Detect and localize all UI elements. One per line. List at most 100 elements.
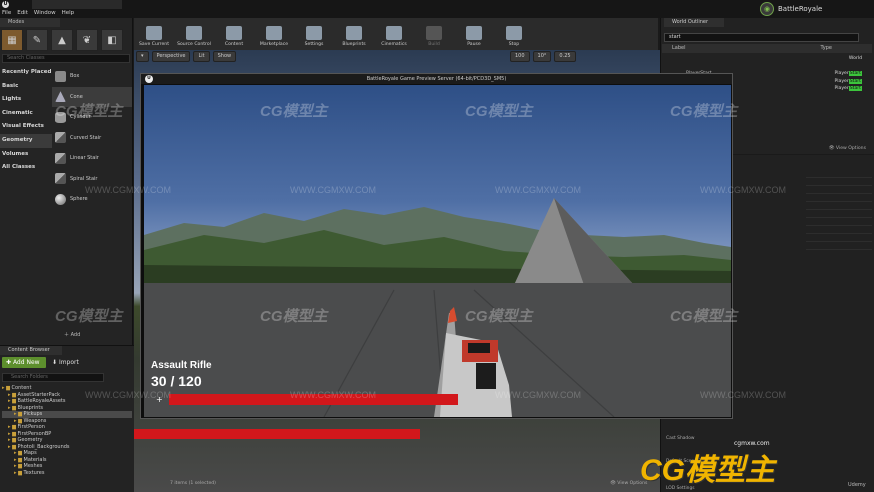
perspective-button[interactable]: Perspective bbox=[151, 51, 191, 62]
unreal-logo-icon: U bbox=[145, 75, 153, 83]
details-row[interactable] bbox=[806, 202, 872, 210]
geometry-mode-icon[interactable]: ◧ bbox=[101, 29, 123, 51]
cinematics-button[interactable]: Cinematics bbox=[374, 18, 414, 50]
placeable-box[interactable]: Box bbox=[52, 66, 132, 87]
document-tab[interactable] bbox=[32, 0, 122, 9]
modes-tab[interactable]: Modes bbox=[0, 18, 60, 27]
grid-snap-value[interactable]: 100 bbox=[510, 51, 530, 62]
category-geometry[interactable]: Geometry bbox=[0, 133, 52, 148]
folder-label: Maps bbox=[23, 450, 37, 456]
outliner-row-type: PlayerStart bbox=[834, 71, 862, 77]
world-outliner-tab[interactable]: World Outliner bbox=[664, 18, 724, 27]
viewport-menu-button[interactable]: ▾ bbox=[136, 51, 149, 62]
pause-button[interactable]: Pause bbox=[454, 18, 494, 50]
category-cinematic[interactable]: Cinematic bbox=[0, 107, 52, 121]
content-status: 7 items (1 selected) bbox=[170, 481, 216, 486]
folder-label: Meshes bbox=[23, 463, 43, 469]
details-row[interactable] bbox=[806, 210, 872, 218]
watermark-url: WWW.CGMXW.COM bbox=[85, 185, 171, 195]
content-button[interactable]: Content bbox=[214, 18, 254, 50]
search-folders-input[interactable]: Search Folders bbox=[2, 373, 104, 382]
folder-icon: ▸ ▆ bbox=[8, 443, 18, 450]
outliner-row-type: PlayerStart bbox=[834, 78, 862, 84]
outliner-row-type: World bbox=[848, 56, 862, 61]
add-button[interactable]: ＋ Add bbox=[64, 331, 80, 338]
details-row[interactable] bbox=[806, 194, 872, 202]
watermark-brand: CG模型主 bbox=[465, 308, 533, 325]
outliner-row[interactable] bbox=[662, 63, 872, 71]
mode-buttons: ▦ ✎ ▲ ❦ ◧ bbox=[1, 29, 123, 51]
pause-icon bbox=[466, 26, 482, 40]
source-control-button[interactable]: Source Control bbox=[174, 18, 214, 50]
category-list: Recently Placed Basic Lights Cinematic V… bbox=[0, 66, 52, 175]
lit-button[interactable]: Lit bbox=[193, 51, 210, 62]
category-visual-effects[interactable]: Visual Effects bbox=[0, 120, 52, 134]
import-button[interactable]: ⬇ Import bbox=[52, 357, 88, 368]
details-row[interactable] bbox=[806, 178, 872, 186]
place-mode-icon[interactable]: ▦ bbox=[1, 29, 23, 51]
details-row[interactable] bbox=[806, 218, 872, 226]
build-icon bbox=[426, 26, 442, 40]
folder-tree-item[interactable]: ▸ ▆ Textures bbox=[2, 470, 132, 477]
details-row[interactable] bbox=[806, 242, 872, 250]
details-row[interactable] bbox=[806, 226, 872, 234]
details-row[interactable] bbox=[806, 234, 872, 242]
spiral-stair-icon bbox=[55, 173, 66, 185]
folder-icon: ▸ ▆ bbox=[8, 404, 18, 411]
scale-snap-value[interactable]: 0.25 bbox=[554, 51, 576, 62]
stop-button[interactable]: Stop bbox=[494, 18, 534, 50]
outliner-col-type[interactable]: Type bbox=[821, 44, 832, 53]
blueprints-button[interactable]: Blueprints bbox=[334, 18, 374, 50]
category-lights[interactable]: Lights bbox=[0, 93, 52, 107]
build-button[interactable]: Build bbox=[414, 18, 454, 50]
category-all-classes[interactable]: All Classes bbox=[0, 161, 52, 175]
add-new-button[interactable]: ✚ Add New bbox=[2, 357, 46, 368]
game-scene-art bbox=[144, 198, 731, 417]
watermark-brand: CG模型主 bbox=[55, 103, 123, 120]
content-icon bbox=[226, 26, 242, 40]
outliner-search-input[interactable]: start bbox=[664, 33, 859, 42]
menu-window[interactable]: Window bbox=[34, 9, 56, 18]
category-volumes[interactable]: Volumes bbox=[0, 148, 52, 162]
placeable-linear-stair[interactable]: Linear Stair bbox=[52, 148, 132, 169]
menu-edit[interactable]: Edit bbox=[17, 9, 28, 18]
outliner-col-label[interactable]: Label bbox=[672, 44, 686, 53]
category-recently-placed[interactable]: Recently Placed bbox=[0, 66, 52, 80]
rotation-snap-value[interactable]: 10° bbox=[532, 51, 552, 62]
folder-icon: ▸ ▆ bbox=[14, 469, 24, 476]
menu-help[interactable]: Help bbox=[62, 9, 75, 18]
details-row[interactable] bbox=[806, 170, 872, 178]
udemy-credit: Udemy bbox=[848, 482, 866, 488]
paint-mode-icon[interactable]: ✎ bbox=[26, 29, 48, 51]
placeable-curved-stair[interactable]: Curved Stair bbox=[52, 128, 132, 149]
settings-button[interactable]: Settings bbox=[294, 18, 334, 50]
game-scene[interactable] bbox=[144, 85, 731, 417]
game-window-title[interactable]: BattleRoyale Game Preview Server (64-bit… bbox=[141, 74, 732, 84]
folder-label: AssetStarterPack bbox=[17, 391, 61, 398]
hud-weapon-name: Assault Rifle bbox=[151, 360, 212, 371]
content-browser-tab[interactable]: Content Browser bbox=[0, 346, 62, 355]
folder-label: Pickups bbox=[23, 411, 43, 417]
marketplace-button[interactable]: Marketplace bbox=[254, 18, 294, 50]
search-classes-input[interactable]: Search Classes bbox=[2, 54, 130, 63]
outliner-row[interactable]: World bbox=[662, 55, 872, 63]
watermark-brand: CG模型主 bbox=[55, 308, 123, 325]
unreal-logo-icon[interactable]: U bbox=[2, 1, 9, 8]
menu-file[interactable]: File bbox=[2, 9, 11, 18]
outliner-row-label bbox=[662, 63, 672, 71]
outliner-row-type: PlayerStart bbox=[834, 86, 862, 92]
foliage-mode-icon[interactable]: ❦ bbox=[76, 29, 98, 51]
watermark-url: WWW.CGMXW.COM bbox=[700, 185, 786, 195]
background-health-bar-fill bbox=[132, 429, 420, 439]
details-row[interactable] bbox=[806, 186, 872, 194]
details-label: Cast Shadow bbox=[666, 436, 695, 441]
project-name: BattleRoyale bbox=[778, 5, 823, 13]
folder-icon: ▸ ▆ bbox=[8, 391, 18, 398]
details-rows bbox=[806, 170, 872, 250]
landscape-mode-icon[interactable]: ▲ bbox=[51, 29, 73, 51]
category-basic[interactable]: Basic bbox=[0, 80, 52, 94]
folder-icon: ▸ ▆ bbox=[14, 411, 24, 417]
show-button[interactable]: Show bbox=[212, 51, 237, 62]
save-current-button[interactable]: Save Current bbox=[134, 18, 174, 50]
watermark-brand: CG模型主 bbox=[465, 103, 533, 120]
